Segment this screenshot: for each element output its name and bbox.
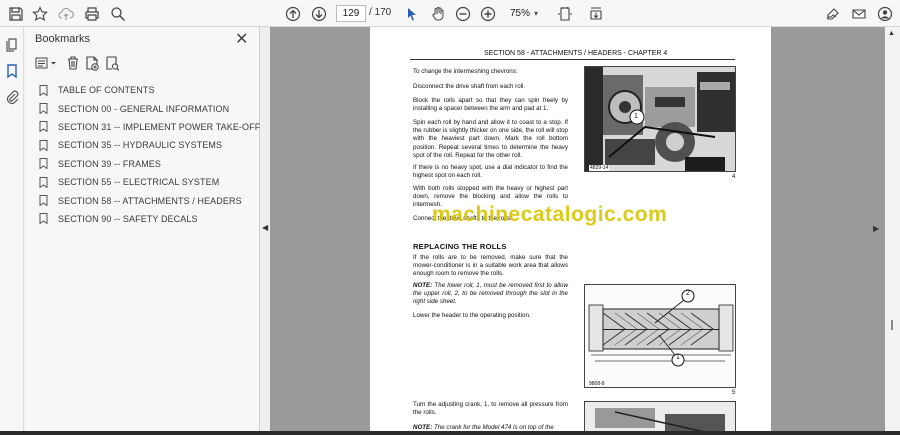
account-icon[interactable] bbox=[875, 4, 895, 24]
figure-roll-diagram: 2 1 9808-8 bbox=[584, 284, 736, 388]
roll-illustration bbox=[585, 285, 735, 387]
page-number-input[interactable]: 129 bbox=[336, 5, 366, 22]
paragraph: Turn the adjusting crank, 1, to remove a… bbox=[413, 401, 568, 417]
bookmark-label: SECTION 90 -- SAFETY DECALS bbox=[58, 213, 198, 224]
close-icon[interactable]: ✕ bbox=[235, 29, 248, 49]
bookmark-icon bbox=[39, 158, 48, 170]
scrollbar-thumb[interactable] bbox=[891, 320, 893, 330]
bookmark-icon bbox=[39, 213, 48, 225]
header-rule bbox=[410, 59, 735, 60]
select-cursor-icon[interactable] bbox=[402, 4, 422, 24]
paragraph: Spin each roll by hand and allow it to c… bbox=[413, 119, 568, 159]
cloud-upload-icon[interactable] bbox=[56, 4, 76, 24]
hand-icon[interactable] bbox=[428, 4, 448, 24]
bookmark-label: SECTION 35 -- HYDRAULIC SYSTEMS bbox=[58, 140, 223, 151]
bookmark-icon bbox=[39, 195, 48, 207]
bookmark-item[interactable]: SECTION 00 - GENERAL INFORMATION bbox=[39, 99, 259, 117]
pages-thumbnail-icon[interactable] bbox=[4, 37, 20, 53]
paragraph: If the rolls are to be removed, make sur… bbox=[413, 254, 568, 278]
page-down-icon[interactable] bbox=[309, 4, 329, 24]
panel-splitter[interactable]: ◀ bbox=[260, 27, 270, 435]
section-subheading: REPLACING THE ROLLS bbox=[413, 242, 507, 251]
zoom-level-value: 75% bbox=[510, 8, 531, 19]
figure-code: 4839-14 bbox=[589, 165, 610, 171]
figure-mechanism-photo: 1 4839-14 bbox=[584, 66, 736, 172]
bookmark-item[interactable]: SECTION 55 -- ELECTRICAL SYSTEM bbox=[39, 173, 259, 191]
note-paragraph: NOTE: The lower roll, 1, must be removed… bbox=[413, 282, 568, 307]
bookmark-label: SECTION 55 -- ELECTRICAL SYSTEM bbox=[58, 177, 220, 188]
figure-callout: 1 bbox=[676, 354, 680, 361]
new-bookmark-icon[interactable] bbox=[84, 55, 100, 71]
fit-page-icon[interactable] bbox=[555, 4, 575, 24]
note-text: The crank for the Model 474 is on top of… bbox=[433, 424, 554, 431]
page-up-icon[interactable] bbox=[283, 4, 303, 24]
paragraph: To change the intermeshing chevrons: bbox=[413, 68, 518, 75]
bookmarks-title: Bookmarks bbox=[35, 33, 91, 45]
bookmark-item[interactable]: SECTION 39 -- FRAMES bbox=[39, 155, 259, 173]
star-icon[interactable] bbox=[30, 4, 50, 24]
paragraph: Disconnect the drive shaft from each rol… bbox=[413, 83, 526, 90]
bookmark-icon bbox=[39, 139, 48, 151]
figure-code: 9808-8 bbox=[589, 381, 605, 387]
page-total: / 170 bbox=[369, 7, 392, 18]
next-page-arrow-icon[interactable]: ▶ bbox=[873, 224, 879, 233]
top-toolbar: 129 / 170 75% ▾ bbox=[0, 0, 900, 27]
bookmark-item[interactable]: SECTION 90 -- SAFETY DECALS bbox=[39, 210, 259, 228]
share-email-icon[interactable] bbox=[849, 4, 869, 24]
bookmark-label: SECTION 58 -- ATTACHMENTS / HEADERS bbox=[58, 195, 242, 206]
collapse-panel-icon[interactable]: ◀ bbox=[262, 223, 268, 232]
print-icon[interactable] bbox=[82, 4, 102, 24]
bookmarks-panel: Bookmarks ✕ TABLE OF CONTENTS SECTION 00… bbox=[25, 27, 288, 435]
figure-callout: 2 bbox=[686, 290, 690, 297]
pdf-page: SECTION 58 - ATTACHMENTS / HEADERS - CHA… bbox=[370, 27, 771, 435]
mechanism-illustration bbox=[585, 67, 735, 171]
bookmark-panel-icon[interactable] bbox=[4, 63, 20, 79]
bookmark-item[interactable]: SECTION 31 -- IMPLEMENT POWER TAKE-OFF (… bbox=[39, 118, 288, 136]
scroll-up-icon[interactable]: ▲ bbox=[888, 30, 895, 37]
note-label: NOTE: bbox=[413, 424, 433, 431]
bookmark-label: SECTION 31 -- IMPLEMENT POWER TAKE-OFF (… bbox=[58, 121, 288, 132]
bookmark-label: SECTION 00 - GENERAL INFORMATION bbox=[58, 103, 230, 114]
scroll-mode-icon[interactable] bbox=[586, 4, 606, 24]
vertical-scrollbar[interactable]: ▲ bbox=[885, 27, 900, 435]
zoom-in-icon[interactable] bbox=[478, 4, 498, 24]
paragraph: Block the rolls apart so that they can s… bbox=[413, 97, 568, 113]
note-text: The lower roll, 1, must be removed first… bbox=[413, 282, 568, 306]
note-label: NOTE: bbox=[413, 282, 433, 289]
sign-icon[interactable] bbox=[823, 4, 843, 24]
zoom-search-icon[interactable] bbox=[108, 4, 128, 24]
paragraph: Lower the header to the operating positi… bbox=[413, 312, 531, 319]
page-header: SECTION 58 - ATTACHMENTS / HEADERS - CHA… bbox=[484, 50, 668, 57]
bookmark-item[interactable]: TABLE OF CONTENTS bbox=[39, 81, 259, 99]
zoom-level-select[interactable]: 75% ▾ bbox=[502, 5, 542, 22]
delete-bookmark-icon[interactable] bbox=[65, 55, 81, 71]
bookmark-item[interactable]: SECTION 58 -- ATTACHMENTS / HEADERS bbox=[39, 191, 259, 209]
chevron-down-icon: ▾ bbox=[534, 9, 539, 18]
navigation-rail bbox=[0, 27, 24, 435]
watermark-text: machinecatalogic.com bbox=[432, 203, 668, 226]
attachment-icon[interactable] bbox=[4, 89, 20, 105]
save-icon[interactable] bbox=[6, 4, 26, 24]
bookmark-icon bbox=[39, 121, 48, 133]
figure-crank-photo bbox=[584, 401, 736, 435]
bookmark-list: TABLE OF CONTENTS SECTION 00 - GENERAL I… bbox=[39, 81, 288, 228]
paragraph: If there is no heavy spot, use a dial in… bbox=[413, 164, 568, 180]
bookmark-options-icon[interactable] bbox=[35, 55, 59, 71]
taskbar-edge bbox=[0, 431, 900, 435]
figure-number: 4 bbox=[732, 174, 736, 180]
bookmark-label: TABLE OF CONTENTS bbox=[58, 85, 155, 96]
bookmark-search-icon[interactable] bbox=[104, 55, 120, 71]
figure-number: 5 bbox=[732, 390, 736, 396]
bookmark-item[interactable]: SECTION 35 -- HYDRAULIC SYSTEMS bbox=[39, 136, 259, 154]
bookmark-icon bbox=[39, 84, 48, 96]
bookmark-label: SECTION 39 -- FRAMES bbox=[58, 158, 162, 169]
bookmark-icon bbox=[39, 176, 48, 188]
figure-callout: 1 bbox=[634, 113, 638, 120]
bookmark-icon bbox=[39, 103, 48, 115]
zoom-out-icon[interactable] bbox=[453, 4, 473, 24]
document-viewer[interactable]: SECTION 58 - ATTACHMENTS / HEADERS - CHA… bbox=[270, 27, 885, 435]
